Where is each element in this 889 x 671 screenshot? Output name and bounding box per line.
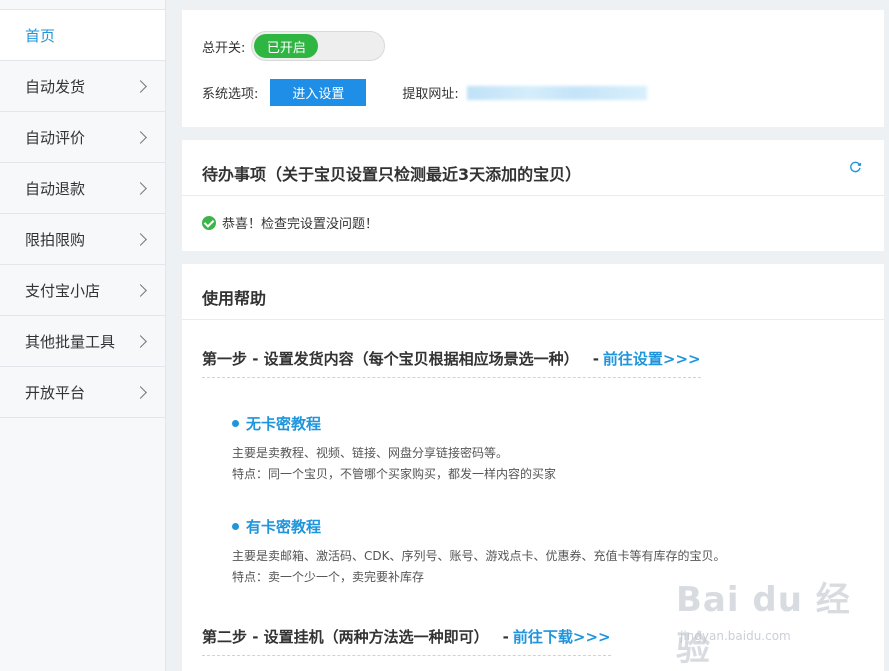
sidebar-item-auto-delivery[interactable]: 自动发货 [0,61,165,112]
sidebar-item-label: 开放平台 [25,383,86,402]
chevron-right-icon [134,79,147,93]
master-switch-panel: 总开关: 已开启 系统选项: 进入设置 提取网址: [182,10,884,127]
chevron-right-icon [134,181,147,195]
sidebar-top-divider [0,0,165,10]
no-card-desc-line1: 主要是卖教程、视频、链接、网盘分享链接密码等。 [232,446,509,460]
todo-status: 恭喜！检查完设置没问题！ [202,213,378,232]
baidu-jingyan-watermark: Bai du 经验 jingyan.baidu.com [670,572,880,669]
todo-ok-message: 恭喜！检查完设置没问题！ [222,217,379,232]
sidebar-item-auto-review[interactable]: 自动评价 [0,112,165,163]
sidebar-item-label: 自动评价 [25,128,86,147]
todo-panel: 待办事项（关于宝贝设置只检测最近3天添加的宝贝） 恭喜！检查完设置没问题！ [182,140,884,251]
sidebar-item-purchase-limit[interactable]: 限拍限购 [0,214,165,265]
sidebar-item-label: 首页 [25,26,56,45]
step1-dash: - [592,349,599,368]
step1-text: 第一步 - 设置发货内容（每个宝贝根据相应场景选一种） [202,350,579,368]
pickup-url-redacted [466,85,647,100]
sidebar-item-open-platform[interactable]: 开放平台 [0,367,165,418]
watermark-logo-text: Bai du 经验 [676,580,851,669]
sidebar-item-alipay-shop[interactable]: 支付宝小店 [0,265,165,316]
card-tutorial-title[interactable]: 有卡密教程 [232,516,321,537]
help-divider [182,319,884,320]
system-options-row: 系统选项: 进入设置 提取网址: [202,79,647,106]
sidebar-item-label: 自动退款 [25,179,86,198]
todo-title: 待办事项（关于宝贝设置只检测最近3天添加的宝贝） [202,165,582,184]
toggle-on-knob: 已开启 [254,34,319,58]
step2-dash: - [502,627,509,646]
card-description: 主要是卖邮箱、激活码、CDK、序列号、账号、游戏点卡、优惠券、充值卡等有库存的宝… [232,546,726,588]
sidebar-item-label: 其他批量工具 [25,332,116,351]
card-desc-line2: 特点：卖一个少一个，卖完要补库存 [232,570,425,584]
chevron-right-icon [134,283,147,297]
sidebar-item-label: 自动发货 [25,77,86,96]
enter-settings-button[interactable]: 进入设置 [270,79,367,106]
sidebar-item-label: 支付宝小店 [25,281,101,300]
no-card-description: 主要是卖教程、视频、链接、网盘分享链接密码等。 特点：同一个宝贝，不管哪个买家购… [232,443,556,485]
no-card-desc-line2: 特点：同一个宝贝，不管哪个买家购买，都发一样内容的买家 [232,467,557,481]
no-card-tutorial-title[interactable]: 无卡密教程 [232,413,321,434]
check-circle-icon [202,215,216,230]
step2-goto-download-link[interactable]: 前往下载>>> [513,626,611,647]
step2-heading: 第二步 - 设置挂机（两种方法选一种即可） - 前往下载>>> [202,626,611,656]
step2-text: 第二步 - 设置挂机（两种方法选一种即可） [202,628,489,646]
watermark-url: jingyan.baidu.com [680,629,791,643]
bullet-dot-icon [232,420,239,427]
help-title: 使用帮助 [202,289,267,308]
chevron-right-icon [134,334,147,348]
step1-goto-settings-link[interactable]: 前往设置>>> [603,348,701,369]
todo-divider [182,195,884,196]
card-tutorial-label: 有卡密教程 [246,518,322,536]
system-options-label: 系统选项: [202,87,259,102]
sidebar-nav: 首页 自动发货 自动评价 自动退款 限拍限购 支付宝小店 其他批量工具 开放平台 [0,0,166,671]
sidebar-item-batch-tools[interactable]: 其他批量工具 [0,316,165,367]
master-toggle[interactable]: 已开启 [251,31,386,61]
bullet-dot-icon [232,523,239,530]
master-switch-label: 总开关: [202,40,246,56]
chevron-right-icon [134,232,147,246]
no-card-tutorial-label: 无卡密教程 [246,415,322,433]
step1-heading: 第一步 - 设置发货内容（每个宝贝根据相应场景选一种） - 前往设置>>> [202,348,701,378]
sidebar-item-home[interactable]: 首页 [0,10,165,61]
sidebar-item-label: 限拍限购 [25,230,86,249]
refresh-icon[interactable] [849,160,862,173]
pickup-url-label: 提取网址: [402,87,459,102]
master-switch-row: 总开关: 已开启 [202,31,386,61]
chevron-right-icon [134,130,147,144]
chevron-right-icon [134,385,147,399]
sidebar-item-auto-refund[interactable]: 自动退款 [0,163,165,214]
card-desc-line1: 主要是卖邮箱、激活码、CDK、序列号、账号、游戏点卡、优惠券、充值卡等有库存的宝… [232,549,726,563]
